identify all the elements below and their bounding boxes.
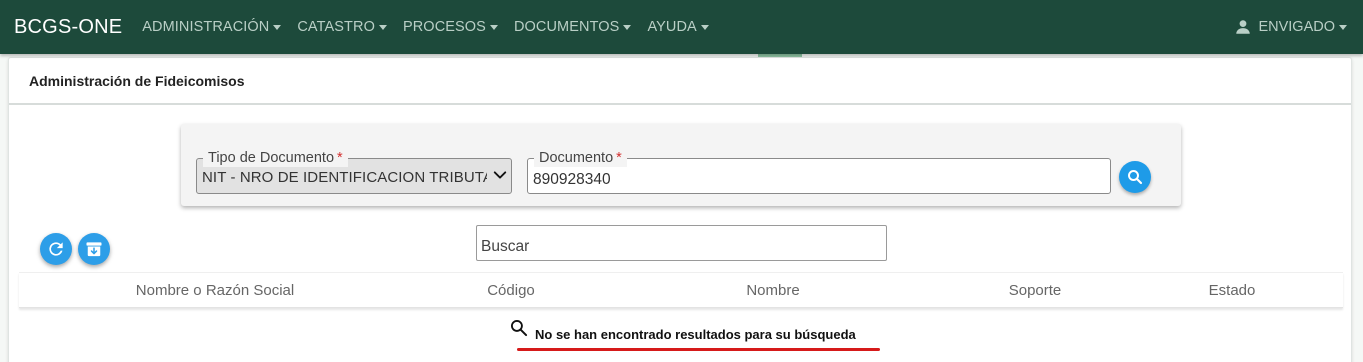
search-form-panel: Tipo de Documento * NIT - NRO DE IDENTIFI… bbox=[181, 124, 1181, 206]
search-icon bbox=[510, 320, 528, 337]
menu-label: PROCESOS bbox=[402, 19, 486, 35]
menu-documentos[interactable]: DOCUMENTOS bbox=[506, 0, 639, 54]
menu-procesos[interactable]: PROCESOS bbox=[395, 0, 506, 54]
filter-search-input[interactable]: Buscar bbox=[476, 225, 887, 261]
archive-button[interactable] bbox=[78, 233, 110, 265]
menu-label: CATASTRO bbox=[297, 19, 375, 35]
loading-indicator bbox=[758, 54, 802, 57]
document-number-label-text: Documento bbox=[539, 150, 614, 166]
caret-down-icon bbox=[489, 25, 498, 30]
brand-logo[interactable]: BCGS-ONE bbox=[14, 16, 122, 39]
top-navbar: BCGS-ONE ADMINISTRACIÓN CATASTRO PROCESO… bbox=[0, 0, 1363, 54]
user-name: ENVIGADO bbox=[1258, 19, 1335, 35]
menu-catastro[interactable]: CATASTRO bbox=[289, 0, 395, 54]
column-header-nombre[interactable]: Nombre bbox=[746, 282, 799, 299]
column-header-estado[interactable]: Estado bbox=[1209, 282, 1256, 299]
empty-results-row: No se han encontrado resultados para su … bbox=[19, 308, 1343, 354]
table-header: Nombre o Razón Social Código Nombre Sopo… bbox=[19, 272, 1343, 308]
page-title: Administración de Fideicomisos bbox=[9, 58, 1351, 105]
document-type-value: NIT - NRO DE IDENTIFICACION TRIBUTARIA bbox=[202, 169, 487, 186]
required-mark: * bbox=[616, 150, 622, 166]
document-number-value: 890928340 bbox=[533, 171, 611, 188]
required-mark: * bbox=[337, 150, 343, 166]
caret-down-icon bbox=[623, 25, 632, 30]
refresh-icon bbox=[49, 242, 63, 256]
document-number-field[interactable]: Documento * 890928340 bbox=[527, 149, 1111, 194]
main-card: Administración de Fideicomisos Tipo de D… bbox=[8, 57, 1352, 362]
refresh-button[interactable] bbox=[40, 233, 72, 265]
caret-down-icon bbox=[273, 25, 282, 30]
menu-label: AYUDA bbox=[647, 19, 697, 35]
error-underline bbox=[517, 348, 880, 351]
column-header-codigo[interactable]: Código bbox=[487, 282, 535, 299]
caret-down-icon bbox=[378, 25, 387, 30]
caret-down-icon bbox=[700, 25, 709, 30]
chevron-down-icon bbox=[493, 171, 507, 179]
menu-label: DOCUMENTOS bbox=[513, 19, 620, 35]
empty-results-message: No se han encontrado resultados para su … bbox=[535, 327, 856, 342]
user-icon bbox=[1236, 20, 1251, 34]
menu-administracion[interactable]: ADMINISTRACIÓN bbox=[134, 0, 289, 54]
document-type-label: Tipo de Documento * bbox=[203, 149, 348, 167]
search-icon bbox=[1128, 170, 1143, 185]
menu-label: ADMINISTRACIÓN bbox=[142, 19, 270, 35]
caret-down-icon bbox=[1339, 25, 1347, 30]
column-header-nombre-razon-social[interactable]: Nombre o Razón Social bbox=[136, 282, 294, 299]
user-menu[interactable]: ENVIGADO bbox=[1234, 0, 1347, 54]
archive-download-icon bbox=[86, 242, 102, 257]
results-table: Nombre o Razón Social Código Nombre Sopo… bbox=[19, 272, 1343, 354]
column-header-soporte[interactable]: Soporte bbox=[1009, 282, 1062, 299]
filter-search-placeholder: Buscar bbox=[481, 238, 530, 255]
document-number-label: Documento * bbox=[534, 149, 627, 167]
document-type-select[interactable]: Tipo de Documento * NIT - NRO DE IDENTIFI… bbox=[196, 149, 512, 194]
menu-ayuda[interactable]: AYUDA bbox=[639, 0, 716, 54]
search-button[interactable] bbox=[1119, 161, 1151, 193]
document-type-label-text: Tipo de Documento bbox=[208, 150, 335, 166]
